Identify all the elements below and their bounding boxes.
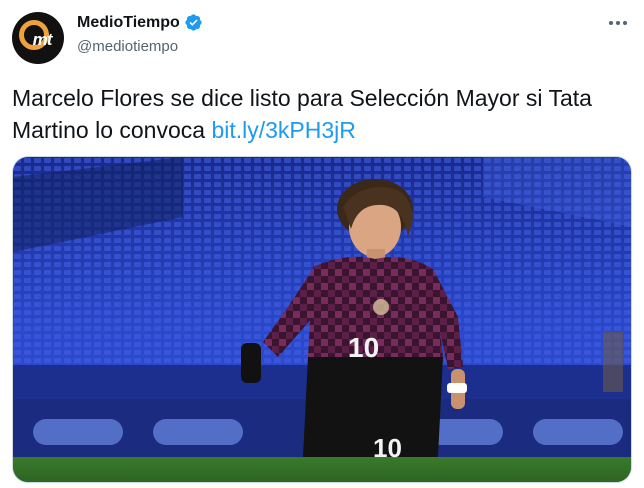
tweet-media-photo[interactable]: 10 10 [12, 156, 632, 483]
display-name[interactable]: MedioTiempo [77, 14, 180, 32]
tweet-link[interactable]: bit.ly/3kPH3jR [211, 117, 355, 143]
more-options-icon[interactable] [606, 12, 630, 34]
verified-badge-icon [185, 14, 202, 31]
avatar[interactable]: mt [12, 12, 64, 64]
tweet-text: Marcelo Flores se dice listo para Selecc… [12, 82, 622, 146]
avatar-logo-text: mt [32, 30, 53, 49]
author-name-row: MedioTiempo [77, 13, 203, 32]
shorts-number: 10 [373, 433, 402, 463]
author-handle[interactable]: @mediotiempo [77, 38, 178, 55]
media-photo-illustration: 10 10 [13, 157, 631, 482]
more-dot [623, 21, 627, 25]
jersey-number: 10 [348, 332, 379, 363]
more-dot [616, 21, 620, 25]
more-dot [609, 21, 613, 25]
